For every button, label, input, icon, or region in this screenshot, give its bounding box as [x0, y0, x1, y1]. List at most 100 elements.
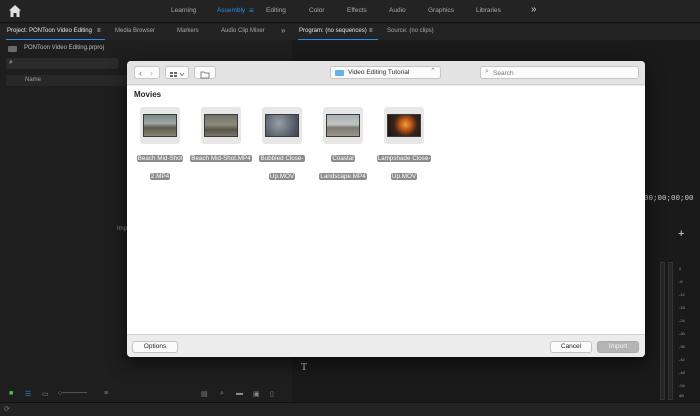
list-view-icon[interactable]: ☰ [25, 390, 31, 398]
video-thumbnail [326, 114, 360, 137]
file-thumbnail [384, 107, 424, 144]
meter-channel-right [668, 262, 673, 400]
meter-label: 0 [679, 266, 682, 271]
status-bar: ⟳ [0, 402, 700, 416]
file-thumbnail [201, 107, 241, 144]
workspace-tab-libraries[interactable]: Libraries [476, 7, 501, 14]
project-search-input[interactable]: ⌕ [6, 58, 118, 69]
add-button[interactable]: + [678, 228, 684, 240]
file-thumbnail [262, 107, 302, 144]
file-name: Beach Mid-Shot.MP4 [190, 155, 252, 162]
meter-label: -24 [679, 318, 685, 323]
new-item-icon[interactable]: ▣ [253, 390, 260, 398]
tab-markers[interactable]: Markers [177, 28, 199, 34]
file-name-wrap: Coastal Landscape.MP4 [312, 147, 374, 183]
new-folder-button[interactable] [194, 66, 216, 79]
options-button[interactable]: Options [132, 341, 178, 353]
zoom-slider[interactable]: ○───── [58, 390, 87, 397]
file-thumbnail [323, 107, 363, 144]
file-name-wrap: Bubbled Close-Up.MOV [251, 147, 313, 183]
back-button[interactable]: ‹ [139, 67, 142, 79]
meter-label: -6 [679, 279, 683, 284]
bin-icon [8, 46, 17, 52]
home-icon[interactable] [8, 4, 22, 18]
workspace-menu-icon[interactable]: ≡ [249, 6, 254, 15]
panel-overflow-icon[interactable]: » [281, 26, 285, 35]
file-name-wrap: Beach Mid-Shot 2.MP4 [129, 147, 191, 183]
meter-label: -48 [679, 370, 685, 375]
dialog-search-input[interactable] [493, 68, 633, 78]
icon-view-icon[interactable]: ▭ [42, 390, 49, 398]
lock-icon[interactable]: ■ [9, 390, 13, 397]
meter-label: dB [679, 393, 684, 398]
meter-label: -36 [679, 344, 685, 349]
timecode-display[interactable]: 00;00;00;00 [644, 195, 694, 203]
name-column-header[interactable]: Name [6, 75, 128, 86]
project-panel-toolbar: ■ ☰ ▭ ○───── ≡ ▤ ⌕ ▬ ▣ ▯ [0, 386, 292, 402]
workspace-tab-effects[interactable]: Effects [347, 7, 367, 14]
search-icon: ⌕ [9, 59, 13, 66]
dropdown-chevron-icon: ⌃ [430, 68, 436, 75]
type-tool-icon[interactable]: T [301, 362, 307, 373]
file-name-wrap: Beach Mid-Shot.MP4 [190, 147, 252, 165]
dialog-toolbar: ‹ › Video Editing Tutorial ⌃ ⌕ [127, 61, 645, 85]
dialog-footer: Options Cancel Import [127, 334, 645, 357]
audio-meter: 0 -6 -12 -18 -24 -30 -36 -42 -48 -54 dB [658, 262, 688, 400]
search-icon: ⌕ [485, 68, 489, 75]
video-thumbnail [387, 114, 421, 137]
tab-audio-clip-mixer[interactable]: Audio Clip Mixer [221, 28, 265, 34]
file-browser: Movies Beach Mid-Shot 2.MP4 Beach Mid-Sh… [127, 86, 645, 334]
left-panel-tabs: Project: PONToon Video Editing ≡ Media B… [0, 24, 292, 40]
import-button[interactable]: Import [597, 341, 639, 353]
meter-label: -30 [679, 331, 685, 336]
tab-media-browser[interactable]: Media Browser [115, 28, 155, 34]
automate-icon[interactable]: ▤ [201, 390, 208, 398]
video-thumbnail [143, 114, 177, 137]
new-bin-icon[interactable]: ▬ [236, 390, 243, 397]
view-options-button[interactable] [165, 66, 189, 79]
find-icon[interactable]: ⌕ [220, 390, 224, 398]
meter-label: -18 [679, 305, 685, 310]
back-forward-buttons: ‹ › [134, 66, 160, 79]
workspace-tab-editing[interactable]: Editing [266, 7, 286, 14]
tab-program-monitor[interactable]: Program: (no sequences) [299, 28, 367, 34]
meter-label: -42 [679, 357, 685, 362]
import-dialog: ‹ › Video Editing Tutorial ⌃ ⌕ Movies [127, 61, 645, 357]
grid-view-icon [170, 72, 185, 77]
tab-source-monitor[interactable]: Source: (no clips) [387, 28, 434, 34]
cancel-button[interactable]: Cancel [550, 341, 592, 353]
meter-channel-left [660, 262, 665, 400]
status-icon: ⟳ [4, 406, 10, 413]
file-name: Lampshade Close-Up.MOV [376, 155, 432, 180]
workspace-tab-learning[interactable]: Learning [171, 7, 196, 14]
file-name: Bubbled Close-Up.MOV [259, 155, 305, 180]
new-folder-icon [200, 71, 210, 79]
sort-icon[interactable]: ≡ [104, 390, 108, 397]
trash-icon[interactable]: ▯ [270, 390, 274, 398]
section-heading: Movies [134, 90, 162, 99]
workspace-tab-graphics[interactable]: Graphics [428, 7, 454, 14]
workspace-tab-assembly[interactable]: Assembly [217, 7, 245, 14]
file-name-wrap: Lampshade Close-Up.MOV [373, 147, 435, 183]
workspace-tab-audio[interactable]: Audio [389, 7, 406, 14]
video-thumbnail [265, 114, 299, 137]
file-thumbnail [140, 107, 180, 144]
workspaces-overflow-icon[interactable]: » [531, 4, 537, 15]
tab-project[interactable]: Project: PONToon Video Editing [7, 28, 92, 34]
folder-icon [335, 70, 344, 76]
column-label: Name [25, 77, 42, 83]
file-name: Coastal Landscape.MP4 [319, 155, 367, 180]
location-dropdown[interactable]: Video Editing Tutorial ⌃ [330, 66, 441, 79]
meter-label: -54 [679, 383, 685, 388]
import-media-hint: Imp [117, 226, 128, 232]
program-panel-menu-icon[interactable]: ≡ [369, 28, 373, 34]
project-panel-menu-icon[interactable]: ≡ [97, 28, 101, 34]
video-thumbnail [204, 114, 238, 137]
dialog-search-field[interactable]: ⌕ [480, 66, 639, 79]
forward-button[interactable]: › [150, 67, 153, 79]
file-name: Beach Mid-Shot 2.MP4 [136, 155, 184, 180]
workspace-tab-color[interactable]: Color [309, 7, 325, 14]
meter-label: -12 [679, 292, 685, 297]
right-panel-tabs: Program: (no sequences) ≡ Source: (no cl… [292, 24, 700, 40]
location-label: Video Editing Tutorial [348, 69, 410, 76]
